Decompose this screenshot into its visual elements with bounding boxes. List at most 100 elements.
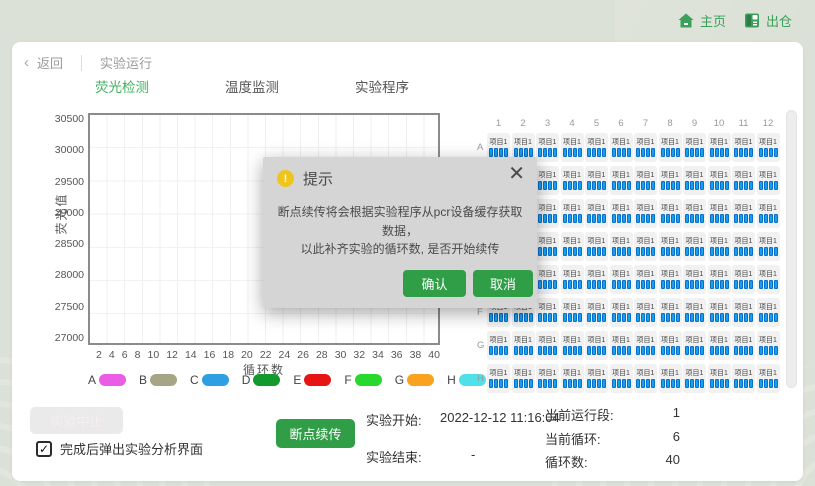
well-D6[interactable]: 项目1 (610, 232, 633, 261)
well-H3[interactable]: 项目1 (536, 364, 559, 393)
well-E6[interactable]: 项目1 (610, 265, 633, 294)
well-E11[interactable]: 项目1 (732, 265, 755, 294)
well-D9[interactable]: 项目1 (683, 232, 706, 261)
well-E3[interactable]: 项目1 (536, 265, 559, 294)
well-F5[interactable]: 项目1 (585, 298, 608, 327)
well-segment (671, 313, 675, 322)
well-C9[interactable]: 项目1 (683, 199, 706, 228)
well-G3[interactable]: 项目1 (536, 331, 559, 360)
well-B3[interactable]: 项目1 (536, 166, 559, 195)
well-C4[interactable]: 项目1 (561, 199, 584, 228)
well-B7[interactable]: 项目1 (634, 166, 657, 195)
legend-swatch (355, 374, 382, 386)
abort-experiment-button[interactable]: 实验中止 (30, 407, 123, 434)
well-C6[interactable]: 项目1 (610, 199, 633, 228)
well-C7[interactable]: 项目1 (634, 199, 657, 228)
well-F10[interactable]: 项目1 (708, 298, 731, 327)
analysis-popup-checkbox[interactable]: ✓ (36, 441, 52, 457)
well-H8[interactable]: 项目1 (659, 364, 682, 393)
well-D10[interactable]: 项目1 (708, 232, 731, 261)
well-F3[interactable]: 项目1 (536, 298, 559, 327)
well-C10[interactable]: 项目1 (708, 199, 731, 228)
well-H5[interactable]: 项目1 (585, 364, 608, 393)
well-F8[interactable]: 项目1 (659, 298, 682, 327)
well-A4[interactable]: 项目1 (561, 133, 584, 162)
well-E5[interactable]: 项目1 (585, 265, 608, 294)
well-G9[interactable]: 项目1 (683, 331, 706, 360)
well-F7[interactable]: 项目1 (634, 298, 657, 327)
well-C8[interactable]: 项目1 (659, 199, 682, 228)
exit-chamber-button[interactable]: 出仓 (744, 11, 792, 30)
well-G10[interactable]: 项目1 (708, 331, 731, 360)
well-C3[interactable]: 项目1 (536, 199, 559, 228)
well-G4[interactable]: 项目1 (561, 331, 584, 360)
tab-实验程序[interactable]: 实验程序 (355, 76, 409, 100)
well-H9[interactable]: 项目1 (683, 364, 706, 393)
well-A3[interactable]: 项目1 (536, 133, 559, 162)
well-F4[interactable]: 项目1 (561, 298, 584, 327)
resume-transfer-button[interactable]: 断点续传 (276, 419, 355, 448)
well-D7[interactable]: 项目1 (634, 232, 657, 261)
well-A7[interactable]: 项目1 (634, 133, 657, 162)
well-B10[interactable]: 项目1 (708, 166, 731, 195)
well-G8[interactable]: 项目1 (659, 331, 682, 360)
tab-荧光检测[interactable]: 荧光检测 (95, 76, 149, 100)
well-B11[interactable]: 项目1 (732, 166, 755, 195)
well-E7[interactable]: 项目1 (634, 265, 657, 294)
confirm-button[interactable]: 确认 (403, 270, 466, 297)
well-H6[interactable]: 项目1 (610, 364, 633, 393)
wells-scrollbar[interactable] (786, 110, 797, 388)
well-A10[interactable]: 项目1 (708, 133, 731, 162)
well-D5[interactable]: 项目1 (585, 232, 608, 261)
well-E10[interactable]: 项目1 (708, 265, 731, 294)
tab-温度监测[interactable]: 温度监测 (225, 76, 279, 100)
well-H12[interactable]: 项目1 (757, 364, 780, 393)
well-A11[interactable]: 项目1 (732, 133, 755, 162)
well-D12[interactable]: 项目1 (757, 232, 780, 261)
well-A12[interactable]: 项目1 (757, 133, 780, 162)
well-C5[interactable]: 项目1 (585, 199, 608, 228)
well-segment (646, 346, 650, 355)
well-G1[interactable]: 项目1 (487, 331, 510, 360)
well-A9[interactable]: 项目1 (683, 133, 706, 162)
well-D8[interactable]: 项目1 (659, 232, 682, 261)
well-F11[interactable]: 项目1 (732, 298, 755, 327)
well-C11[interactable]: 项目1 (732, 199, 755, 228)
home-button[interactable]: 主页 (678, 11, 726, 30)
well-E4[interactable]: 项目1 (561, 265, 584, 294)
cancel-button[interactable]: 取消 (473, 270, 533, 297)
well-D4[interactable]: 项目1 (561, 232, 584, 261)
well-E9[interactable]: 项目1 (683, 265, 706, 294)
well-H7[interactable]: 项目1 (634, 364, 657, 393)
well-F6[interactable]: 项目1 (610, 298, 633, 327)
well-G12[interactable]: 项目1 (757, 331, 780, 360)
well-D11[interactable]: 项目1 (732, 232, 755, 261)
well-A5[interactable]: 项目1 (585, 133, 608, 162)
well-B8[interactable]: 项目1 (659, 166, 682, 195)
well-B9[interactable]: 项目1 (683, 166, 706, 195)
well-E8[interactable]: 项目1 (659, 265, 682, 294)
well-F9[interactable]: 项目1 (683, 298, 706, 327)
well-G7[interactable]: 项目1 (634, 331, 657, 360)
well-A8[interactable]: 项目1 (659, 133, 682, 162)
well-G6[interactable]: 项目1 (610, 331, 633, 360)
well-G11[interactable]: 项目1 (732, 331, 755, 360)
well-F12[interactable]: 项目1 (757, 298, 780, 327)
well-H4[interactable]: 项目1 (561, 364, 584, 393)
well-H11[interactable]: 项目1 (732, 364, 755, 393)
well-B4[interactable]: 项目1 (561, 166, 584, 195)
well-E12[interactable]: 项目1 (757, 265, 780, 294)
well-C12[interactable]: 项目1 (757, 199, 780, 228)
well-D3[interactable]: 项目1 (536, 232, 559, 261)
back-button[interactable]: 返回 (37, 53, 63, 72)
well-H10[interactable]: 项目1 (708, 364, 731, 393)
well-G2[interactable]: 项目1 (512, 331, 535, 360)
well-B6[interactable]: 项目1 (610, 166, 633, 195)
well-H1[interactable]: 项目1 (487, 364, 510, 393)
well-B5[interactable]: 项目1 (585, 166, 608, 195)
well-B12[interactable]: 项目1 (757, 166, 780, 195)
well-H2[interactable]: 项目1 (512, 364, 535, 393)
close-icon[interactable]: ✕ (508, 164, 525, 184)
well-G5[interactable]: 项目1 (585, 331, 608, 360)
well-A6[interactable]: 项目1 (610, 133, 633, 162)
